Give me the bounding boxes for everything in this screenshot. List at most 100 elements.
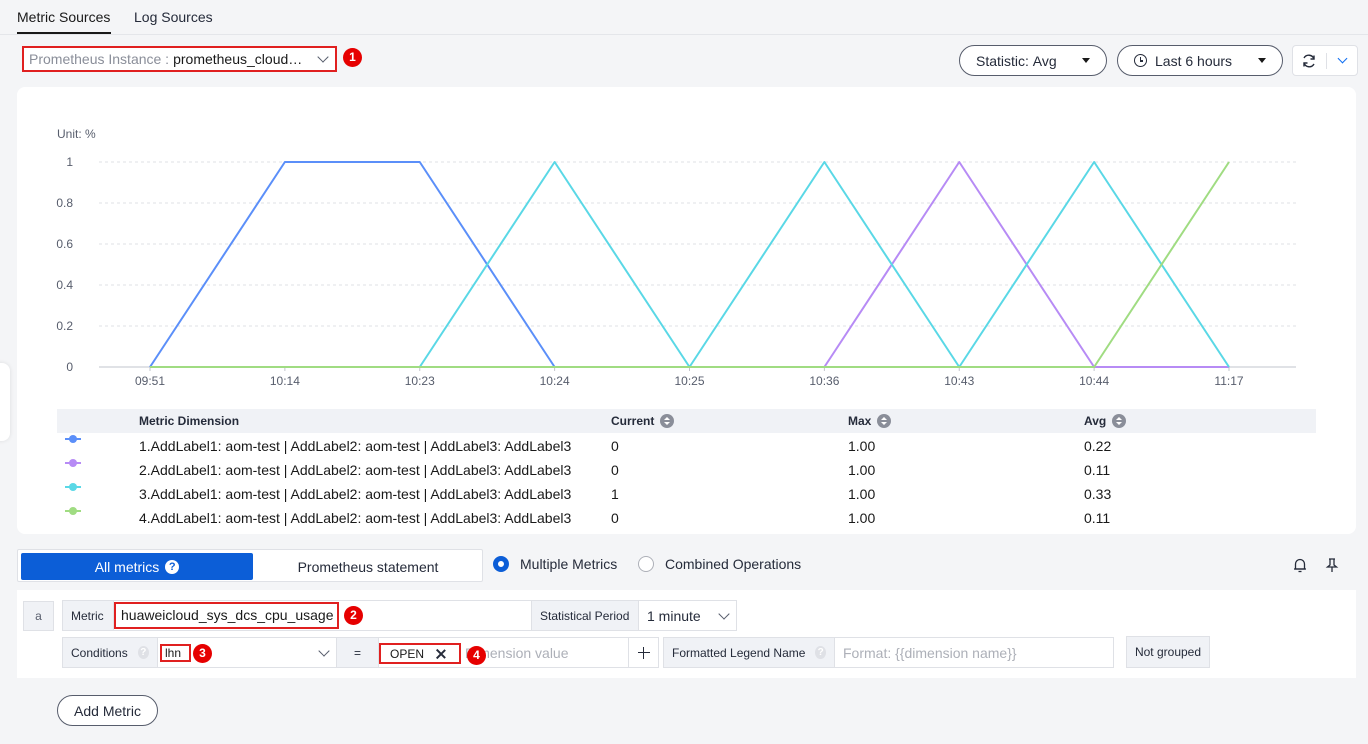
bell-icon[interactable] <box>1291 556 1309 574</box>
instance-label: Prometheus Instance : <box>29 51 170 67</box>
x-tick-label: 10:23 <box>405 374 435 388</box>
annotation-badge-3: 3 <box>193 644 212 663</box>
dimension-cell: 2.AddLabel1: aom-test | AddLabel2: aom-t… <box>139 462 572 478</box>
dimension-cell: 1.AddLabel1: aom-test | AddLabel2: aom-t… <box>139 438 572 454</box>
header-max[interactable]: Max <box>848 414 892 428</box>
max-cell: 1.00 <box>848 462 876 478</box>
legend-table-row[interactable]: 3.AddLabel1: aom-test | AddLabel2: aom-t… <box>57 481 1316 505</box>
grouping-button[interactable]: Not grouped <box>1126 636 1210 668</box>
condition-key-value: lhn <box>165 646 182 660</box>
annotation-badge-4: 4 <box>467 646 486 665</box>
current-cell: 1 <box>611 486 619 502</box>
radio-combined-operations[interactable]: Combined Operations <box>638 556 801 572</box>
series-line-4[interactable] <box>150 161 1230 368</box>
refresh-control <box>1292 45 1358 76</box>
legend-rows: 1.AddLabel1: aom-test | AddLabel2: aom-t… <box>57 433 1316 529</box>
series-marker-icon <box>65 507 81 515</box>
y-tick-label: 0.6 <box>56 237 73 251</box>
y-tick-label: 0.4 <box>56 278 73 292</box>
max-cell: 1.00 <box>848 510 876 526</box>
conditions-text: Conditions <box>71 645 128 660</box>
metric-label: Metric <box>62 600 114 631</box>
series-line-2[interactable] <box>150 161 1229 368</box>
help-icon[interactable]: ? <box>137 646 149 659</box>
query-mode-switch: All metrics ? Prometheus statement <box>17 549 483 582</box>
refresh-button[interactable] <box>1293 46 1325 75</box>
add-metric-button[interactable]: Add Metric <box>57 695 158 726</box>
chevron-left-icon <box>0 396 4 406</box>
refresh-interval-dropdown[interactable] <box>1327 46 1357 75</box>
series-line-3[interactable] <box>150 161 1230 368</box>
header-current[interactable]: Current <box>611 414 675 428</box>
sort-icon[interactable] <box>1112 414 1127 428</box>
current-cell: 0 <box>611 510 619 526</box>
legend-table-header: Metric Dimension Current Max Avg <box>57 409 1316 433</box>
add-condition-button[interactable] <box>628 637 659 668</box>
statistical-period-select[interactable]: 1 minute <box>638 600 737 631</box>
time-range-value: Last 6 hours <box>1155 52 1233 69</box>
x-tick-label: 10:14 <box>270 374 300 388</box>
tabs-divider <box>0 34 1368 35</box>
sidebar-collapse-handle[interactable] <box>0 363 10 441</box>
condition-tag-label: OPEN <box>390 647 425 661</box>
pin-icon[interactable] <box>1323 556 1341 574</box>
x-tick-label: 10:44 <box>1079 374 1109 388</box>
legend-table-row[interactable]: 2.AddLabel1: aom-test | AddLabel2: aom-t… <box>57 457 1316 481</box>
x-tick-label: 10:36 <box>809 374 839 388</box>
avg-cell: 0.33 <box>1084 486 1112 502</box>
condition-operator[interactable]: = <box>336 637 379 668</box>
chevron-down-icon <box>1337 53 1347 64</box>
help-icon[interactable]: ? <box>165 559 180 574</box>
current-cell: 0 <box>611 438 619 454</box>
avg-cell: 0.11 <box>1084 462 1111 478</box>
y-tick-label: 0.2 <box>56 319 73 333</box>
prometheus-instance-select[interactable]: Prometheus Instance : prometheus_cloud… <box>22 46 337 72</box>
series-marker-icon <box>65 435 81 443</box>
statistic-value: Avg <box>1032 52 1057 69</box>
series-marker-icon <box>65 459 81 467</box>
statistical-period-label: Statistical Period <box>531 600 639 631</box>
caret-down-icon <box>1258 58 1266 63</box>
query-row-id: a <box>23 601 54 631</box>
avg-cell: 0.22 <box>1084 438 1112 454</box>
all-metrics-button[interactable]: All metrics ? <box>21 553 253 580</box>
legend-name-placeholder: Format: {{dimension name}} <box>843 644 1017 661</box>
header-avg[interactable]: Avg <box>1084 414 1127 428</box>
tab-log-sources[interactable]: Log Sources <box>134 9 213 25</box>
metric-value: huaweicloud_sys_dcs_cpu_usage <box>121 607 334 623</box>
tab-metric-sources[interactable]: Metric Sources <box>17 9 110 25</box>
legend-table-row[interactable]: 1.AddLabel1: aom-test | AddLabel2: aom-t… <box>57 433 1316 457</box>
legend-name-label: Formatted Legend Name ? <box>663 637 835 668</box>
period-value: 1 minute <box>647 607 701 624</box>
x-tick-label: 10:24 <box>540 374 570 388</box>
statistic-label: Statistic: <box>976 52 1029 69</box>
condition-tag: OPEN <box>390 645 446 663</box>
source-tabs: Metric Sources Log Sources <box>0 0 1368 36</box>
sort-icon[interactable] <box>660 414 675 428</box>
series-marker-icon <box>65 483 81 491</box>
annotation-badge-2: 2 <box>344 606 363 625</box>
clock-icon <box>1134 54 1147 67</box>
close-icon[interactable] <box>436 649 446 659</box>
time-range-select[interactable]: Last 6 hours <box>1117 45 1283 76</box>
all-metrics-label: All metrics <box>94 558 160 575</box>
legend-name-text: Formatted Legend Name <box>672 645 806 660</box>
series-line-1[interactable] <box>149 161 1229 368</box>
legend-name-input[interactable]: Format: {{dimension name}} <box>834 637 1114 668</box>
sort-icon[interactable] <box>877 414 892 428</box>
legend-table-row[interactable]: 4.AddLabel1: aom-test | AddLabel2: aom-t… <box>57 505 1316 529</box>
help-icon[interactable]: ? <box>815 646 826 659</box>
radio-multiple-metrics[interactable]: Multiple Metrics <box>493 556 617 572</box>
prometheus-statement-button[interactable]: Prometheus statement <box>254 553 482 580</box>
chevron-down-icon <box>318 644 330 657</box>
dimension-cell: 3.AddLabel1: aom-test | AddLabel2: aom-t… <box>139 486 572 502</box>
radio-multiple-label: Multiple Metrics <box>520 556 618 572</box>
x-tick-label: 10:43 <box>944 374 974 388</box>
annotation-badge-1: 1 <box>343 48 362 67</box>
dimension-cell: 4.AddLabel1: aom-test | AddLabel2: aom-t… <box>139 510 572 526</box>
y-tick-label: 0.8 <box>56 196 73 210</box>
chart-unit-label: Unit: % <box>57 127 96 141</box>
header-metric-dimension: Metric Dimension <box>139 414 240 428</box>
instance-value: prometheus_cloud… <box>173 51 303 67</box>
statistic-select[interactable]: Statistic: Avg <box>959 45 1107 76</box>
